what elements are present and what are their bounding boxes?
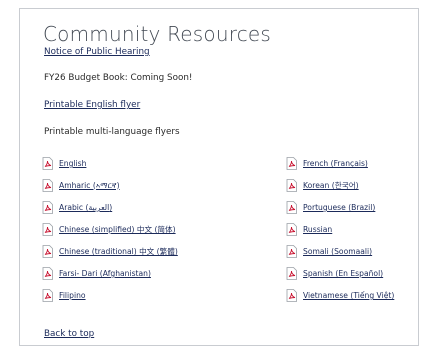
- pdf-icon: [42, 201, 53, 214]
- pdf-icon: [286, 267, 297, 280]
- flyer-link[interactable]: Amharic (ኣማርኛ): [59, 181, 120, 191]
- budget-book-text: FY26 Budget Book: Coming Soon!: [44, 73, 193, 83]
- flyer-link[interactable]: Chinese (simplified) 中文 (简体): [59, 224, 176, 235]
- pdf-icon: [42, 267, 53, 280]
- flyer-link[interactable]: Korean (한국어): [303, 180, 359, 191]
- pdf-icon: [286, 201, 297, 214]
- flyer-amharic[interactable]: Amharic (ኣማርኛ): [42, 179, 120, 192]
- community-resources-panel: Community Resources Notice of Public Hea…: [19, 8, 419, 346]
- pdf-icon: [42, 245, 53, 258]
- pdf-icon: [286, 223, 297, 236]
- flyer-link[interactable]: Farsi- Dari (Afghanistan): [59, 269, 151, 278]
- flyer-link[interactable]: Spanish (En Español): [303, 269, 383, 278]
- pdf-icon: [286, 245, 297, 258]
- flyer-vietnamese[interactable]: Vietnamese (Tiếng Việt): [286, 289, 394, 302]
- flyer-link[interactable]: French (Français): [303, 159, 368, 168]
- pdf-icon: [42, 157, 53, 170]
- flyer-farsi-dari[interactable]: Farsi- Dari (Afghanistan): [42, 267, 151, 280]
- flyer-portuguese[interactable]: Portuguese (Brazil): [286, 201, 375, 214]
- flyer-chinese-traditional[interactable]: Chinese (traditional) 中文 (繁體): [42, 245, 178, 258]
- multi-language-heading: Printable multi-language flyers: [44, 127, 180, 137]
- pdf-icon: [286, 289, 297, 302]
- pdf-icon: [42, 289, 53, 302]
- flyer-arabic[interactable]: Arabic (العربية): [42, 201, 112, 214]
- flyer-link[interactable]: Somali (Soomaali): [303, 247, 372, 256]
- english-flyer-link[interactable]: Printable English flyer: [44, 100, 140, 110]
- flyer-link[interactable]: Arabic (العربية): [59, 203, 112, 212]
- flyer-russian[interactable]: Russian: [286, 223, 332, 236]
- pdf-icon: [42, 223, 53, 236]
- pdf-icon: [286, 179, 297, 192]
- section-title: Community Resources: [43, 22, 272, 46]
- flyer-english[interactable]: English: [42, 157, 86, 170]
- pdf-icon: [42, 179, 53, 192]
- flyer-spanish[interactable]: Spanish (En Español): [286, 267, 383, 280]
- flyer-link[interactable]: Portuguese (Brazil): [303, 203, 375, 212]
- notice-public-hearing-link[interactable]: Notice of Public Hearing: [44, 47, 150, 57]
- flyer-french[interactable]: French (Français): [286, 157, 368, 170]
- flyer-link[interactable]: Russian: [303, 225, 332, 234]
- flyer-korean[interactable]: Korean (한국어): [286, 179, 359, 192]
- flyer-chinese-simplified[interactable]: Chinese (simplified) 中文 (简体): [42, 223, 176, 236]
- pdf-icon: [286, 157, 297, 170]
- flyer-link[interactable]: English: [59, 159, 86, 168]
- flyer-list: English Amharic (ኣማርኛ) Arabic (العربية): [42, 157, 412, 317]
- back-to-top-link[interactable]: Back to top: [44, 329, 94, 339]
- flyer-filipino[interactable]: Filipino: [42, 289, 86, 302]
- flyer-somali[interactable]: Somali (Soomaali): [286, 245, 372, 258]
- flyer-link[interactable]: Vietnamese (Tiếng Việt): [303, 291, 394, 300]
- flyer-link[interactable]: Filipino: [59, 291, 86, 300]
- flyer-link[interactable]: Chinese (traditional) 中文 (繁體): [59, 246, 178, 257]
